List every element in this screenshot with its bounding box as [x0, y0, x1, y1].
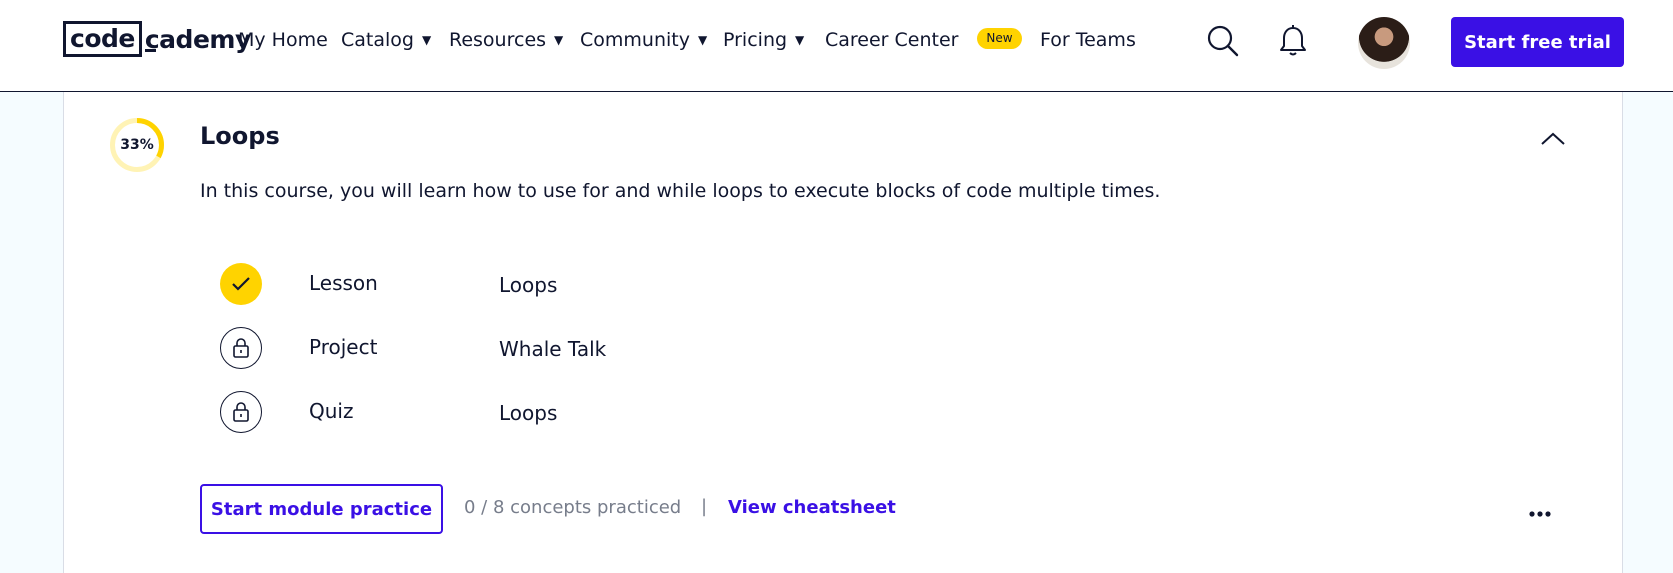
lock-icon	[220, 327, 262, 369]
codecademy-logo[interactable]: code cademy	[63, 21, 251, 57]
nav-for-teams[interactable]: For Teams	[1040, 28, 1136, 52]
module-title: Loops	[200, 122, 280, 150]
item-name: Loops	[499, 273, 558, 297]
new-badge: New	[977, 28, 1022, 49]
nav-my-home[interactable]: My Home	[238, 28, 328, 52]
nav-career-center-label: Career Center	[825, 29, 959, 51]
nav-my-home-label: My Home	[238, 29, 328, 51]
nav-community[interactable]: Community ▼	[580, 28, 707, 52]
avatar[interactable]	[1358, 17, 1410, 69]
start-module-practice-button[interactable]: Start module practice	[200, 484, 443, 534]
module-item-project[interactable]: Project Whale Talk	[220, 327, 820, 369]
concepts-practiced: 0 / 8 concepts practiced	[464, 497, 682, 518]
logo-cademy: cademy	[142, 25, 251, 54]
nav-career-center[interactable]: Career Center	[825, 28, 958, 52]
module-description: In this course, you will learn how to us…	[200, 180, 1161, 202]
item-type: Quiz	[309, 399, 354, 423]
search-icon[interactable]	[1206, 24, 1240, 58]
module-item-quiz[interactable]: Quiz Loops	[220, 391, 820, 433]
nav-community-label: Community	[580, 29, 690, 51]
nav-resources[interactable]: Resources ▼	[449, 28, 563, 52]
chevron-down-icon: ▼	[697, 33, 708, 47]
logo-code: code	[63, 21, 142, 57]
chevron-up-icon[interactable]	[1538, 128, 1568, 148]
check-icon	[220, 263, 262, 305]
module-item-lesson[interactable]: Lesson Loops	[220, 263, 820, 305]
module-card: 33% Loops In this course, you will learn…	[63, 92, 1623, 573]
nav-for-teams-label: For Teams	[1040, 29, 1136, 51]
bell-icon[interactable]	[1278, 24, 1308, 58]
separator: |	[701, 496, 708, 517]
more-options-icon[interactable]	[1529, 504, 1551, 517]
nav-pricing-label: Pricing	[723, 29, 788, 51]
progress-percent: 33%	[120, 137, 154, 153]
nav-resources-label: Resources	[449, 29, 547, 51]
top-nav: code cademy My Home Catalog ▼ Resources ▼ C…	[0, 0, 1673, 92]
item-type: Lesson	[309, 271, 378, 295]
item-type: Project	[309, 335, 378, 359]
lock-icon	[220, 391, 262, 433]
start-free-trial-button[interactable]: Start free trial	[1451, 17, 1624, 67]
nav-catalog-label: Catalog	[341, 29, 414, 51]
view-cheatsheet-link[interactable]: View cheatsheet	[728, 497, 896, 518]
chevron-down-icon: ▼	[795, 33, 805, 47]
chevron-down-icon: ▼	[554, 33, 564, 47]
item-name: Loops	[499, 401, 558, 425]
item-name: Whale Talk	[499, 337, 607, 361]
chevron-down-icon: ▼	[421, 33, 432, 47]
nav-pricing[interactable]: Pricing ▼	[723, 28, 804, 52]
nav-catalog[interactable]: Catalog ▼	[341, 28, 431, 52]
